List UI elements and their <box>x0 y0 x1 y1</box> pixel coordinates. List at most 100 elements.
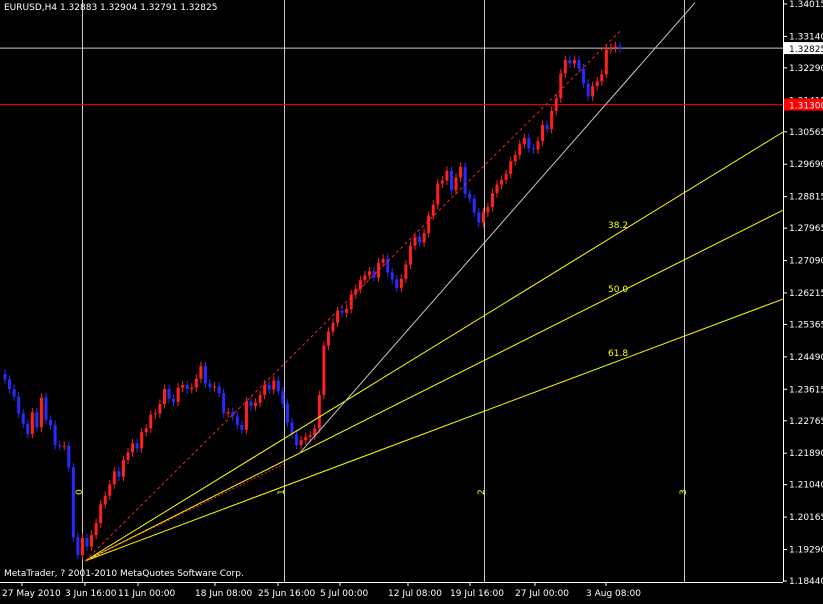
candle-body <box>345 309 349 313</box>
candle-body <box>203 366 207 384</box>
candle-body <box>377 262 381 278</box>
channel-upper-line <box>84 30 621 562</box>
candle-body <box>449 170 453 191</box>
candle-body <box>618 46 622 49</box>
candle-body <box>463 166 467 194</box>
candle-body <box>254 402 258 407</box>
candle-body <box>272 380 276 390</box>
candle-body <box>322 345 326 396</box>
candle-body <box>167 389 171 399</box>
candle-body <box>404 264 408 279</box>
time-tick-label-5: 5 Jul 00:00 <box>320 589 369 599</box>
fib-label-62: 61.8 <box>608 349 628 359</box>
candle-body <box>135 443 139 449</box>
candle-body <box>263 384 267 396</box>
candle-body <box>440 180 444 184</box>
candle-body <box>481 212 485 223</box>
price-tick-label-11: 1.24490 <box>789 353 823 363</box>
candle-body <box>454 177 458 191</box>
candle-body <box>44 397 48 420</box>
candle-body <box>103 495 107 505</box>
candle-body <box>158 403 162 414</box>
candle-body <box>541 124 545 142</box>
candle-body <box>349 294 353 310</box>
candle-body <box>8 379 12 390</box>
candle-body <box>226 412 230 414</box>
candle-body <box>80 538 84 556</box>
candle-body <box>185 385 189 390</box>
candle-body <box>39 397 43 428</box>
price-tick-label-2: 1.32290 <box>789 64 823 74</box>
candle-body <box>358 280 362 290</box>
candle-body <box>217 386 221 394</box>
chart-canvas[interactable]: 1.340151.331401.322901.314151.305651.296… <box>0 0 823 600</box>
candle-body <box>331 322 335 332</box>
candle-body <box>153 413 157 415</box>
candle-body <box>244 401 248 430</box>
candle-body <box>422 233 426 243</box>
price-tick-label-6: 1.28815 <box>789 193 823 203</box>
candle-body <box>600 74 604 82</box>
price-tick-label-8: 1.27090 <box>789 257 823 267</box>
candle-body <box>140 432 144 449</box>
price-chart[interactable]: 1.340151.331401.322901.314151.305651.296… <box>0 0 823 600</box>
time-tick-label-6: 12 Jul 08:00 <box>388 589 442 599</box>
candle-body <box>468 193 472 199</box>
candle-body <box>381 258 385 263</box>
candle-body <box>390 272 394 280</box>
candle-body <box>131 443 135 453</box>
candle-body <box>559 73 563 99</box>
candle-body <box>399 278 403 288</box>
candle-body <box>121 459 125 477</box>
candle-body <box>577 60 581 69</box>
candle-body <box>490 193 494 208</box>
fib-fan-line-38 <box>84 131 784 562</box>
time-tick-label-1: 3 Jun 16:00 <box>65 589 117 599</box>
price-tick-label-9: 1.26215 <box>789 289 823 299</box>
candle-body <box>340 310 344 313</box>
price-tick-label-10: 1.25365 <box>789 320 823 330</box>
candle-body <box>285 403 289 423</box>
candle-body <box>94 523 98 536</box>
candle-body <box>3 373 7 380</box>
time-tick-label-7: 19 Jul 16:00 <box>450 589 504 599</box>
fib-time-zone-label-0: 0 <box>75 489 85 495</box>
candle-body <box>235 416 239 426</box>
time-tick-label-0: 27 May 2010 <box>2 589 61 599</box>
candle-body <box>477 212 481 223</box>
candle-body <box>299 440 303 446</box>
candle-body <box>30 412 34 434</box>
candle-body <box>568 60 572 64</box>
candle-body <box>222 393 226 414</box>
symbol-info: EURUSD,H4 1.32883 1.32904 1.32791 1.3282… <box>4 3 218 13</box>
candle-body <box>408 245 412 265</box>
candle-body <box>76 537 80 556</box>
candle-body <box>190 387 194 390</box>
time-tick-label-9: 3 Aug 08:00 <box>586 589 641 599</box>
candle-body <box>281 391 285 404</box>
candle-body <box>295 434 299 446</box>
candle-body <box>413 236 417 246</box>
candle-body <box>613 46 617 48</box>
candle-body <box>208 383 212 388</box>
candle-body <box>436 183 440 205</box>
fib-time-zone-label-2: 2 <box>477 489 487 495</box>
candle-body <box>595 81 599 87</box>
candle-body <box>304 436 308 441</box>
fib-fan-line-62 <box>84 298 784 562</box>
candle-body <box>149 414 153 429</box>
candle-body <box>427 215 431 234</box>
candle-body <box>591 86 595 97</box>
price-tick-label-5: 1.29690 <box>789 160 823 170</box>
candle-body <box>554 98 558 111</box>
price-tick-label-4: 1.30565 <box>789 128 823 138</box>
price-tick-label-18: 1.18440 <box>789 577 823 587</box>
time-tick-label-4: 25 Jun 16:00 <box>258 589 315 599</box>
price-tick-label-15: 1.21040 <box>789 481 823 491</box>
candle-body <box>367 271 371 276</box>
candle-body <box>536 141 540 150</box>
candle-body <box>62 445 66 447</box>
copyright-text: MetaTrader, ? 2001-2010 MetaQuotes Softw… <box>4 569 244 579</box>
candle-body <box>531 148 535 150</box>
candle-body <box>213 386 217 388</box>
